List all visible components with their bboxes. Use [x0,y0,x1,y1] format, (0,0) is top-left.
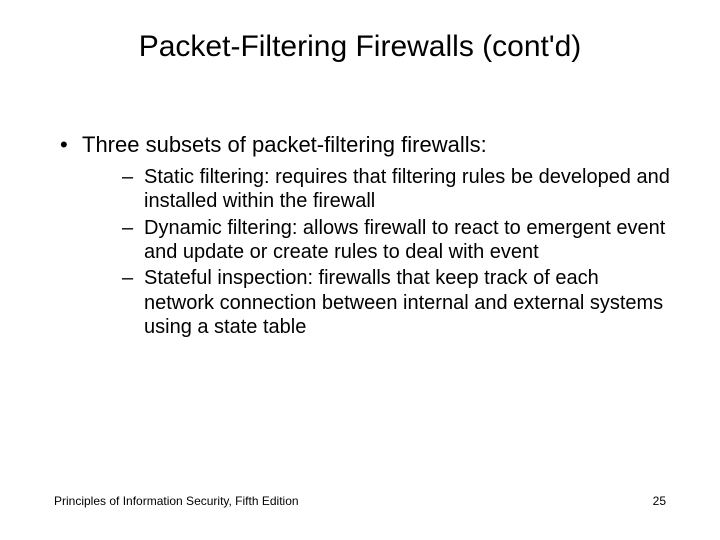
bullet-level2: Stateful inspection: firewalls that keep… [82,266,674,339]
bullet-level1: Three subsets of packet-filtering firewa… [54,132,674,340]
slide-number: 25 [653,494,666,508]
bullet-level1-text: Three subsets of packet-filtering firewa… [82,132,487,157]
slide-title: Packet-Filtering Firewalls (cont'd) [0,30,720,64]
footer-source: Principles of Information Security, Fift… [54,494,299,508]
bullet-level2: Dynamic filtering: allows firewall to re… [82,216,674,265]
bullet-level2-text: Static filtering: requires that filterin… [144,166,670,212]
bullet-level2: Static filtering: requires that filterin… [82,165,674,214]
bullet-level2-text: Stateful inspection: firewalls that keep… [144,267,663,338]
sub-bullet-list: Static filtering: requires that filterin… [82,165,674,340]
slide: Packet-Filtering Firewalls (cont'd) Thre… [0,0,720,540]
bullet-level2-text: Dynamic filtering: allows firewall to re… [144,217,665,263]
slide-body: Three subsets of packet-filtering firewa… [54,132,674,344]
